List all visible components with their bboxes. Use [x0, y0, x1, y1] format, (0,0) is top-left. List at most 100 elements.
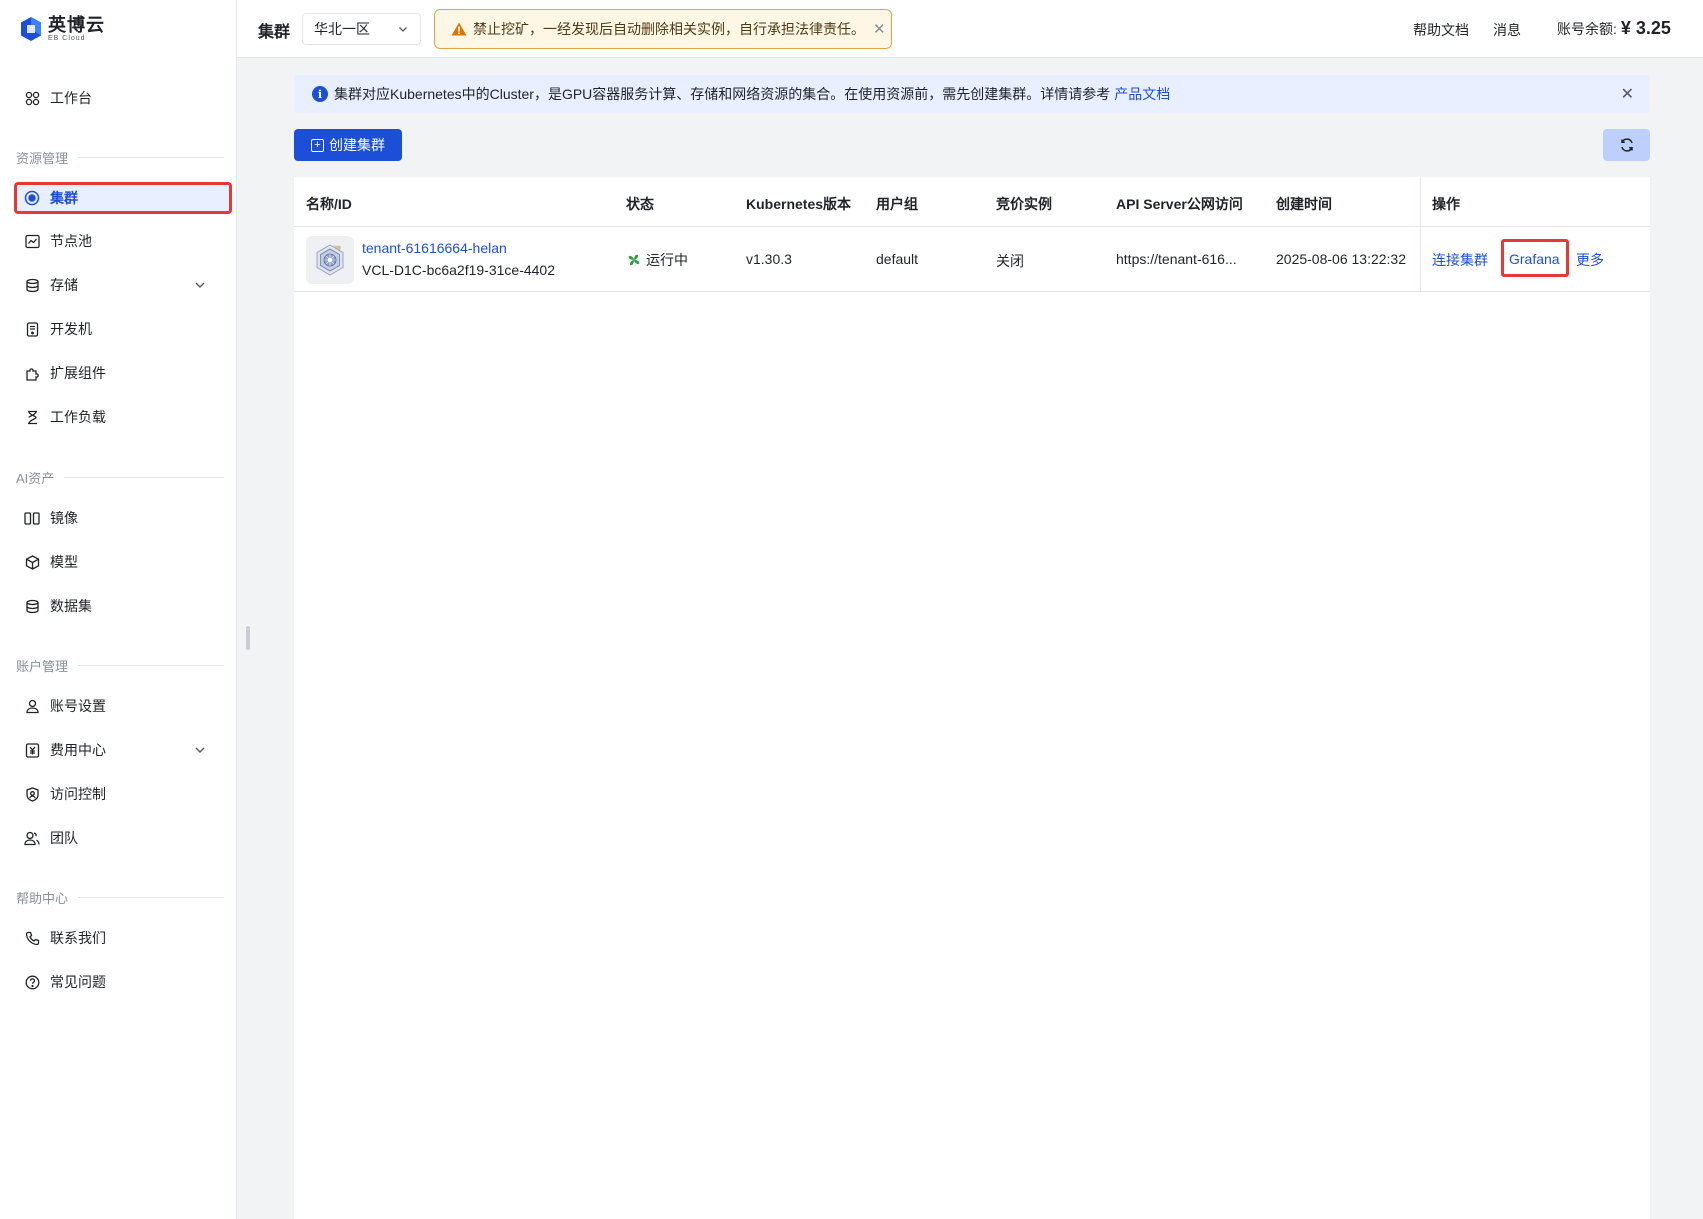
- region-select[interactable]: 华北一区: [302, 13, 421, 45]
- sidebar-item-access-control[interactable]: 访问控制: [14, 778, 232, 810]
- logo-icon: [21, 17, 41, 41]
- cube-icon: [24, 554, 40, 570]
- sidebar-item-contact[interactable]: 联系我们: [14, 922, 232, 954]
- created-time: 2025-08-06 13:22:32: [1276, 251, 1406, 267]
- hourglass-icon: [24, 409, 40, 425]
- cluster-info-banner: i 集群对应Kubernetes中的Cluster，是GPU容器服务计算、存储和…: [294, 75, 1650, 113]
- shield-user-icon: [24, 786, 40, 802]
- sidebar-item-label: 数据集: [50, 598, 92, 614]
- sidebar-item-label: 节点池: [50, 233, 92, 249]
- refresh-button[interactable]: [1603, 129, 1650, 161]
- sidebar-item-team[interactable]: 团队: [14, 822, 232, 854]
- mining-warning-banner: 禁止挖矿，一经发现后自动删除相关实例，自行承担法律责任。 ✕: [434, 9, 892, 49]
- product-docs-link[interactable]: 产品文档: [1114, 84, 1170, 104]
- close-icon[interactable]: ✕: [873, 20, 886, 38]
- user-group: default: [876, 251, 919, 267]
- sidebar-item-nodepool[interactable]: 节点池: [14, 225, 232, 257]
- balance-label: 账号余额:: [1557, 21, 1617, 37]
- k8s-version: v1.30.3: [746, 251, 792, 267]
- balance-value: ¥ 3.25: [1620, 18, 1671, 38]
- col-api-server: API Server公网访问: [1116, 196, 1243, 212]
- col-k8s-version: Kubernetes版本: [746, 196, 852, 212]
- cluster-image-icon: [306, 236, 354, 284]
- sidebar-item-devmachine[interactable]: 开发机: [14, 313, 232, 345]
- sidebar-item-storage[interactable]: 存储: [14, 269, 232, 301]
- sidebar-item-account-settings[interactable]: 账号设置: [14, 690, 232, 722]
- team-icon: [24, 830, 40, 846]
- sidebar-item-faq[interactable]: 常见问题: [14, 966, 232, 998]
- sidebar-item-label: 账号设置: [50, 698, 106, 714]
- device-icon: [24, 321, 40, 337]
- puzzle-icon: [24, 365, 40, 381]
- connect-cluster-link[interactable]: 连接集群: [1432, 250, 1488, 270]
- sidebar-item-cluster[interactable]: 集群: [14, 182, 232, 214]
- page-title: 集群: [258, 24, 291, 41]
- sidebar-item-label: 工作负载: [50, 409, 106, 425]
- chevron-down-icon: [195, 747, 205, 753]
- running-pinwheel-icon: [628, 254, 640, 266]
- sidebar: 英博云 EB Cloud 工作台 资源管理 集群 节点池 存储 开发机 扩展组件…: [0, 0, 237, 1219]
- plus-square-icon: +: [311, 138, 324, 152]
- cluster-icon: [24, 190, 40, 206]
- chart-icon: [24, 233, 40, 249]
- user-icon: [24, 698, 40, 714]
- help-docs-link[interactable]: 帮助文档: [1413, 20, 1469, 40]
- info-text: 集群对应Kubernetes中的Cluster，是GPU容器服务计算、存储和网络…: [334, 86, 1111, 102]
- brand-logo[interactable]: 英博云 EB Cloud: [20, 14, 105, 44]
- chevron-down-icon: [399, 27, 407, 32]
- section-resource: 资源管理: [16, 147, 224, 167]
- col-status: 状态: [626, 196, 654, 212]
- sidebar-item-label: 费用中心: [50, 742, 106, 758]
- sidebar-resize-handle[interactable]: [246, 626, 250, 650]
- chevron-down-icon: [195, 282, 205, 288]
- sidebar-item-billing[interactable]: 费用中心: [14, 734, 232, 766]
- sidebar-item-workbench[interactable]: 工作台: [14, 82, 232, 114]
- sidebar-item-label: 访问控制: [50, 786, 106, 802]
- create-cluster-label: 创建集群: [329, 137, 385, 153]
- table-row: tenant-61616664-helan VCL-D1C-bc6a2f19-3…: [294, 227, 1650, 292]
- sidebar-item-label: 开发机: [50, 321, 92, 337]
- warning-text: 禁止挖矿，一经发现后自动删除相关实例，自行承担法律责任。: [473, 21, 865, 37]
- col-created: 创建时间: [1276, 196, 1332, 212]
- top-bar: 集群 华北一区 禁止挖矿，一经发现后自动删除相关实例，自行承担法律责任。 ✕ 帮…: [237, 0, 1703, 58]
- warning-icon: [451, 22, 467, 36]
- cluster-name-link[interactable]: tenant-61616664-helan: [362, 240, 507, 256]
- phone-icon: [24, 930, 40, 946]
- grafana-link[interactable]: Grafana: [1509, 251, 1560, 267]
- more-link[interactable]: 更多: [1576, 250, 1604, 270]
- status-cell: 运行中: [626, 250, 688, 270]
- refresh-icon: [1620, 138, 1633, 152]
- cluster-id: VCL-D1C-bc6a2f19-31ce-4402: [362, 262, 555, 278]
- sidebar-item-label: 存储: [50, 277, 78, 293]
- sidebar-item-label: 镜像: [50, 510, 78, 526]
- col-user-group: 用户组: [876, 196, 918, 212]
- question-icon: [24, 974, 40, 990]
- sidebar-item-dataset[interactable]: 数据集: [14, 590, 232, 622]
- brand-name: 英博云: [48, 15, 105, 35]
- sidebar-item-label: 团队: [50, 830, 78, 846]
- sidebar-item-label: 模型: [50, 554, 78, 570]
- sidebar-item-label: 常见问题: [50, 974, 106, 990]
- section-ai: AI资产: [16, 467, 224, 487]
- sidebar-item-image[interactable]: 镜像: [14, 502, 232, 534]
- section-account: 账户管理: [16, 655, 224, 675]
- region-value: 华北一区: [314, 21, 370, 37]
- col-name: 名称/ID: [306, 196, 352, 212]
- brand-sub: EB Cloud: [48, 35, 86, 42]
- col-operations: 操作: [1432, 196, 1460, 212]
- create-cluster-button[interactable]: + 创建集群: [294, 129, 402, 161]
- messages-link[interactable]: 消息: [1493, 20, 1521, 40]
- sidebar-item-extensions[interactable]: 扩展组件: [14, 357, 232, 389]
- account-balance: 账号余额: ¥ 3.25: [1557, 18, 1671, 39]
- sidebar-item-workload[interactable]: 工作负载: [14, 401, 232, 433]
- close-icon[interactable]: ✕: [1621, 84, 1634, 104]
- sidebar-item-label: 扩展组件: [50, 365, 106, 381]
- api-server-url: https://tenant-616...: [1116, 251, 1237, 267]
- col-spot: 竞价实例: [996, 196, 1052, 212]
- cluster-table: 名称/ID 状态 Kubernetes版本 用户组 竞价实例 API Serve…: [294, 177, 1650, 1219]
- columns-icon: [24, 510, 40, 526]
- spot-instance: 关闭: [996, 253, 1024, 269]
- section-help: 帮助中心: [16, 887, 224, 907]
- sidebar-item-model[interactable]: 模型: [14, 546, 232, 578]
- info-icon: i: [312, 86, 328, 102]
